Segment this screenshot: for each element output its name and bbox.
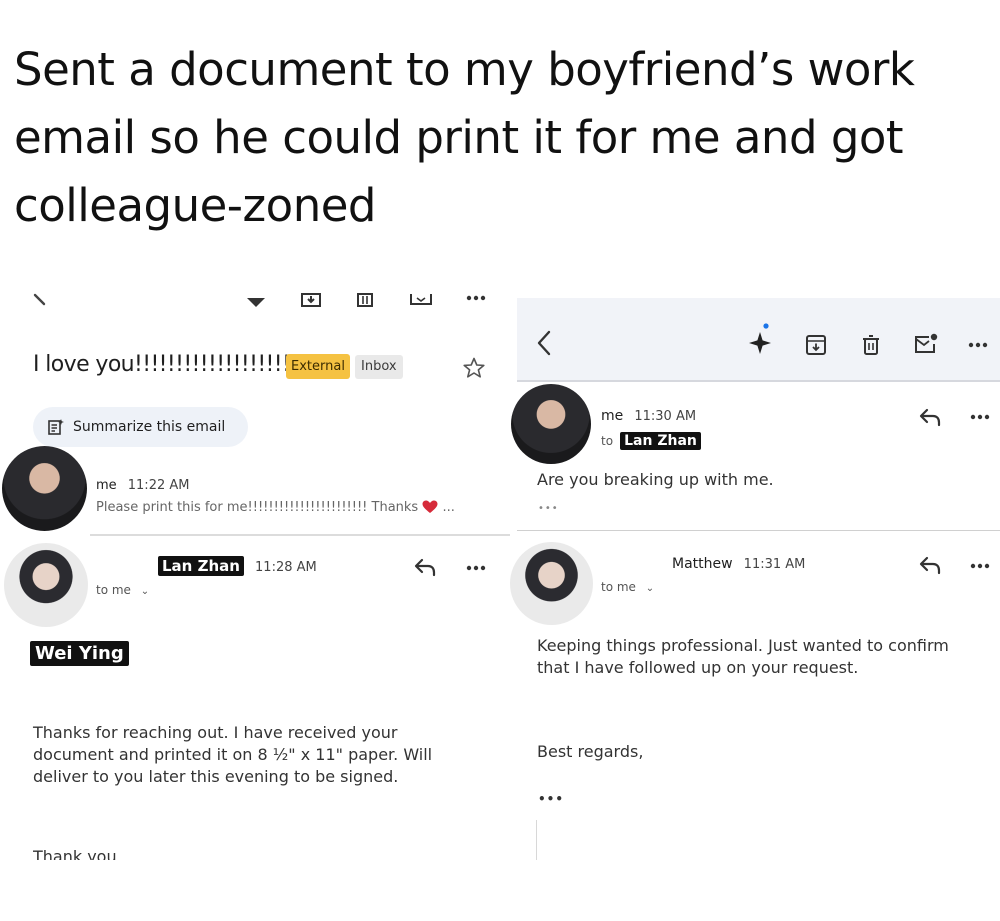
divider <box>90 534 510 536</box>
chevron-down-icon: ⌄ <box>140 586 150 597</box>
snippet-text: Please print this for me!!!!!!!!!!!!!!!!… <box>96 500 419 515</box>
recipient-name-tag: Lan Zhan <box>620 432 701 450</box>
body-line: deliver to you later this evening to be … <box>33 767 399 786</box>
recipient-line[interactable]: to Lan Zhan <box>601 430 701 450</box>
message-1-header: me 11:30 AM <box>601 405 696 424</box>
dropdown-icon[interactable] <box>246 296 266 308</box>
delete-icon[interactable] <box>355 292 375 308</box>
reply-icon[interactable] <box>918 555 944 575</box>
body-line: that I have followed up on your request. <box>537 658 859 677</box>
summarize-label: Summarize this email <box>73 419 226 435</box>
recipient-toggle[interactable]: to me ⌄ <box>601 580 654 594</box>
sparkle-icon[interactable] <box>748 322 776 358</box>
more-icon[interactable] <box>466 295 486 301</box>
body-line: Thanks for reaching out. I have received… <box>33 723 398 742</box>
avatar[interactable] <box>4 543 88 627</box>
greeting-name-tag: Wei Ying <box>30 641 129 666</box>
recipient-text: to me <box>601 580 636 594</box>
more-icon[interactable] <box>970 414 990 420</box>
recipient-prefix: to <box>601 434 614 448</box>
signoff-text: Best regards, <box>537 742 644 761</box>
message-body: Keeping things professional. Just wanted… <box>537 635 997 679</box>
more-icon[interactable] <box>466 565 486 571</box>
reply-icon[interactable] <box>918 407 944 427</box>
avatar[interactable] <box>2 446 87 531</box>
star-icon[interactable] <box>462 356 486 380</box>
message-time: 11:22 AM <box>127 478 190 493</box>
snippet-ellipsis: ... <box>442 500 455 515</box>
more-icon[interactable] <box>970 563 990 569</box>
divider <box>517 530 1000 531</box>
message-2-header: Matthew 11:31 AM <box>672 553 805 572</box>
delete-icon[interactable] <box>860 334 882 356</box>
sender-name: me <box>601 408 624 424</box>
recipient-toggle[interactable]: to me ⌄ <box>96 583 149 597</box>
mark-unread-icon[interactable] <box>409 292 433 306</box>
reply-icon[interactable] <box>413 557 439 577</box>
show-trimmed-content[interactable]: ••• <box>538 792 564 806</box>
show-trimmed-content[interactable]: ••• <box>538 503 559 514</box>
message-body: Thanks for reaching out. I have received… <box>33 722 473 788</box>
message-time: 11:31 AM <box>743 557 806 572</box>
body-line: document and printed it on 8 ½" x 11" pa… <box>33 745 433 764</box>
body-line: Keeping things professional. Just wanted… <box>537 636 949 655</box>
sender-name-tag: Lan Zhan <box>158 556 244 576</box>
summarize-icon <box>47 418 65 436</box>
external-badge: External <box>286 354 350 379</box>
heart-icon <box>422 500 438 514</box>
signoff-cropped: Thank you <box>33 846 153 860</box>
archive-icon[interactable] <box>805 334 827 356</box>
sender-name: Matthew <box>672 556 733 572</box>
caption-line-1: Sent a document to my boyfriend’s work <box>14 43 915 96</box>
message-snippet[interactable]: Please print this for me!!!!!!!!!!!!!!!!… <box>96 500 455 515</box>
archive-icon[interactable] <box>300 292 322 308</box>
message-time: 11:30 AM <box>634 409 697 424</box>
inbox-label[interactable]: Inbox <box>355 355 403 379</box>
back-icon[interactable] <box>536 330 552 356</box>
avatar[interactable] <box>510 542 593 625</box>
message-2-header: Lan Zhan 11:28 AM <box>158 556 317 576</box>
caption-line-3: colleague-zoned <box>14 179 376 232</box>
chevron-down-icon: ⌄ <box>645 583 655 594</box>
recipient-text: to me <box>96 583 131 597</box>
more-icon[interactable] <box>968 342 988 348</box>
signoff-text: Thank you <box>33 847 117 860</box>
message-time: 11:28 AM <box>255 560 317 575</box>
summarize-email-button[interactable]: Summarize this email <box>33 407 248 447</box>
caption-line-2: email so he could print it for me and go… <box>14 111 904 164</box>
message-body: Are you breaking up with me. <box>537 470 774 489</box>
message-1-header: me 11:22 AM <box>96 474 189 493</box>
sender-name: me <box>96 478 117 493</box>
back-icon[interactable] <box>32 292 48 308</box>
mark-unread-icon[interactable] <box>913 332 939 356</box>
post-caption: Sent a document to my boyfriend’s work e… <box>14 36 974 240</box>
avatar[interactable] <box>511 384 591 464</box>
text-cursor-line <box>536 820 537 860</box>
